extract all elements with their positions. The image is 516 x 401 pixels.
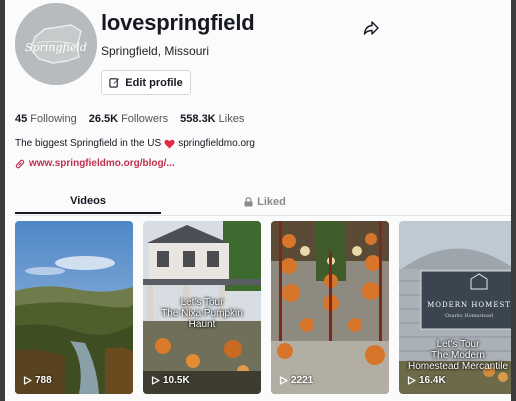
tab-liked-label: Liked [257,196,286,208]
edit-profile-label: Edit profile [125,76,183,89]
profile-link[interactable]: www.springfieldmo.org/blog/... [15,158,175,169]
stat-likes[interactable]: 558.3K Likes [180,113,244,125]
play-icon [407,376,416,385]
view-count: 16.4K [407,375,446,386]
edit-icon [109,78,120,88]
edit-profile-button[interactable]: Edit profile [101,70,191,95]
video-card[interactable]: 788 [15,221,133,394]
share-icon[interactable] [363,20,379,36]
tab-videos[interactable]: Videos [15,190,161,214]
avatar-logo-text: Springfield [25,41,87,54]
video-grid: 788 Let's Tour The Nixa Pumpkin Haunt 10… [15,221,511,394]
tabs-divider [15,215,511,216]
lock-icon [244,197,253,207]
profile-stats: 45 Following 26.5K Followers 558.3K Likes [15,113,244,125]
sign-subtext: Ozarks Homestead [445,313,494,319]
play-icon [23,376,32,385]
view-count: 788 [23,375,52,386]
display-name: Springfield, Missouri [101,44,210,58]
avatar[interactable]: Springfield [15,3,97,85]
play-icon [279,376,288,385]
play-icon [151,376,160,385]
bio: The biggest Springfield in the US spring… [15,138,255,149]
bio-text: The biggest Springfield in the US [15,138,162,149]
heart-icon [164,139,175,149]
bio-site: springfieldmo.org [178,138,255,149]
video-card[interactable]: MODERN HOMEST Ozarks Homestead Let's Tou… [399,221,511,394]
video-card[interactable]: Let's Tour The Nixa Pumpkin Haunt 10.5K [143,221,261,394]
view-count: 10.5K [151,375,190,386]
profile-link-text: www.springfieldmo.org/blog/... [29,158,175,169]
tab-liked[interactable]: Liked [175,190,355,214]
profile-page: Springfield lovespringfield Springfield,… [5,0,511,401]
video-overlay-text: Let's Tour The Modern Homestead Mercanti… [407,339,509,372]
link-icon [15,159,25,168]
stat-following[interactable]: 45 Following [15,113,77,125]
stat-followers[interactable]: 26.5K Followers [89,113,168,125]
video-overlay-text: Let's Tour The Nixa Pumpkin Haunt [161,297,243,330]
profile-tabs: Videos Liked [15,190,355,216]
video-thumbnail [271,221,389,394]
sign-text: MODERN HOMEST [427,301,511,309]
view-count: 2221 [279,375,313,386]
username: lovespringfield [101,10,255,35]
tab-videos-label: Videos [70,195,106,207]
video-thumbnail [15,221,133,394]
video-card[interactable]: 2221 [271,221,389,394]
